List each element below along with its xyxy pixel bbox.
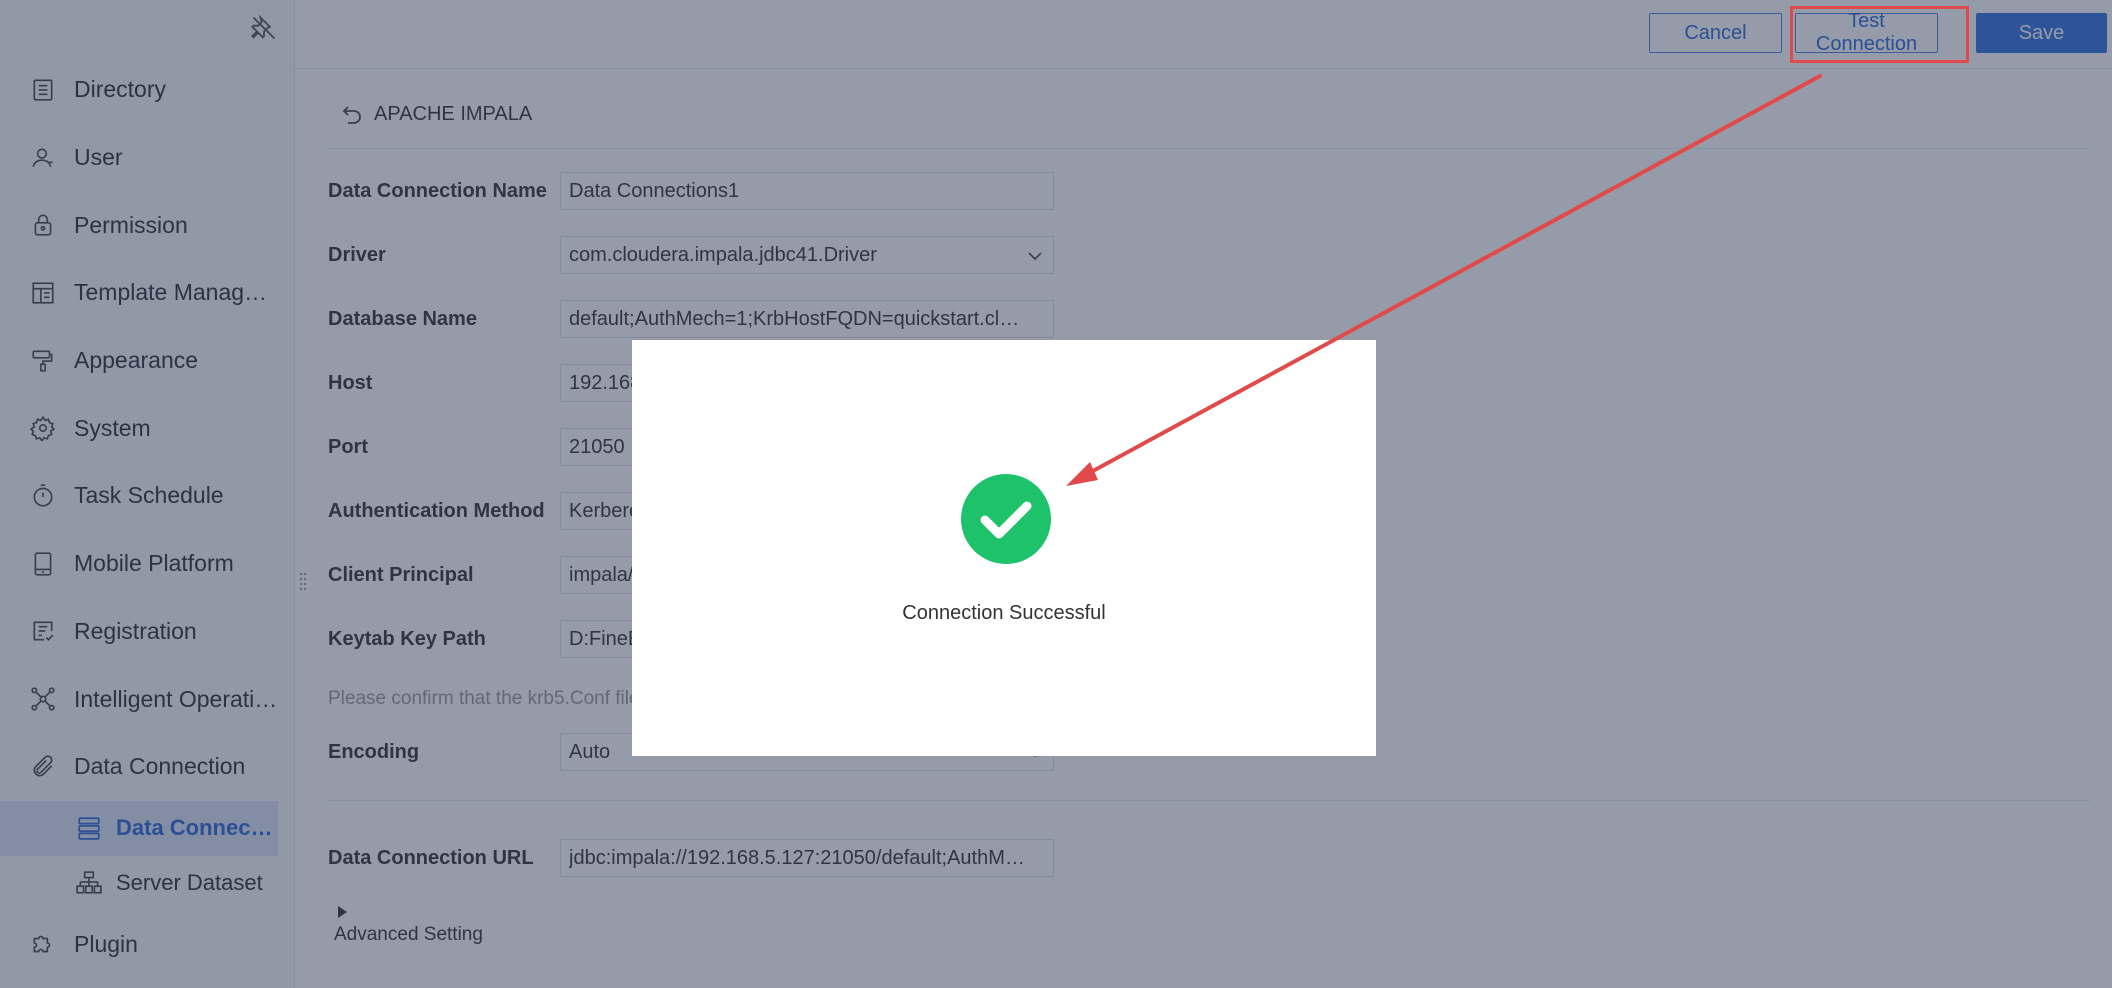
annotation-highlight-box: [1790, 6, 1969, 63]
connection-result-dialog: Connection Successful: [632, 340, 1376, 756]
success-message: Connection Successful: [902, 602, 1106, 624]
success-check-icon: [961, 474, 1051, 564]
